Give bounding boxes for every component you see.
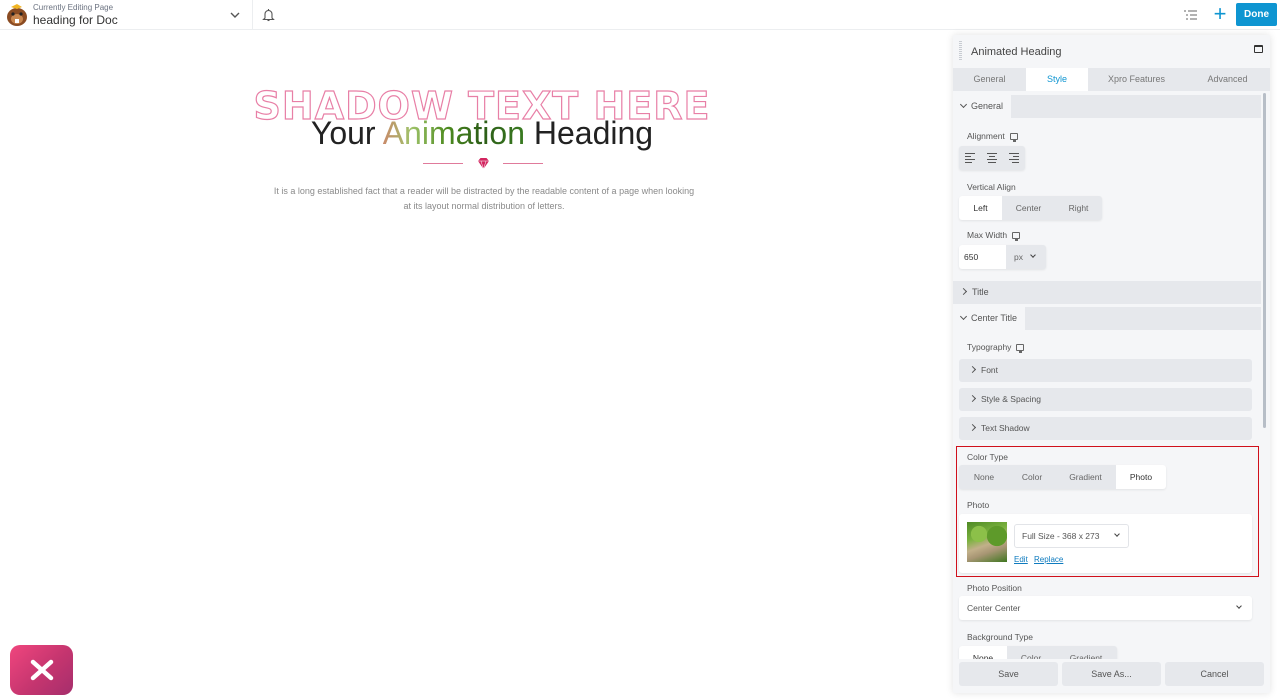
animated-heading[interactable]: Your Animation Heading	[0, 115, 964, 152]
color-type-label: Color Type	[967, 452, 1008, 462]
tab-advanced[interactable]: Advanced	[1185, 68, 1270, 91]
alignment-buttons	[959, 146, 1025, 170]
add-content-button[interactable]: +	[1211, 3, 1229, 25]
photo-thumbnail[interactable]	[967, 522, 1007, 562]
panel-tabs: General Style Xpro Features Advanced	[953, 68, 1270, 91]
unit-value: px	[1014, 252, 1023, 262]
top-bar: Currently Editing Page heading for Doc +…	[0, 0, 1280, 30]
tab-style[interactable]: Style	[1026, 68, 1088, 91]
align-right-icon[interactable]	[1003, 146, 1025, 170]
section-title-label: Title	[972, 287, 989, 297]
max-width-input[interactable]: 650	[959, 245, 1006, 269]
unit-select[interactable]: px	[1006, 245, 1046, 269]
divider-line-right	[503, 163, 543, 164]
photo-position-select[interactable]: Center Center	[959, 596, 1252, 620]
photo-size-value: Full Size - 368 x 273	[1022, 531, 1100, 541]
font-accordion[interactable]: Font	[959, 359, 1252, 382]
section-title[interactable]: Title	[953, 281, 1261, 304]
xpro-fab-button[interactable]	[10, 645, 73, 695]
photo-edit-link[interactable]: Edit	[1014, 555, 1028, 564]
photo-replace-link[interactable]: Replace	[1034, 555, 1063, 564]
chevron-right-icon	[959, 287, 968, 296]
chevron-right-icon	[968, 365, 977, 374]
responsive-monitor-icon[interactable]	[1009, 133, 1018, 142]
photo-label: Photo	[967, 500, 990, 510]
color-type-gradient[interactable]: Gradient	[1055, 465, 1116, 489]
color-type-buttons: None Color Gradient Photo	[959, 465, 1166, 489]
photo-position-value: Center Center	[967, 603, 1021, 613]
chevron-down-icon	[959, 312, 968, 321]
panel-content: General Alignment Vertical Align Left Ce…	[953, 91, 1270, 659]
photo-picker: Full Size - 368 x 273 Edit Replace	[959, 514, 1252, 573]
background-type-label: Background Type	[967, 632, 1033, 642]
valign-right-button[interactable]: Right	[1055, 196, 1102, 220]
section-general[interactable]: General	[953, 95, 1261, 118]
drag-handle-icon[interactable]	[959, 41, 962, 61]
background-type-buttons: None Color Gradient	[959, 646, 1117, 659]
chevron-down-icon	[1114, 531, 1120, 537]
bg-type-color[interactable]: Color	[1007, 646, 1055, 659]
tab-general[interactable]: General	[953, 68, 1026, 91]
tab-xpro-features[interactable]: Xpro Features	[1088, 68, 1185, 91]
photo-size-select[interactable]: Full Size - 368 x 273	[1014, 524, 1129, 548]
panel-footer: Save Save As... Cancel	[953, 659, 1270, 693]
description-text: It is a long established fact that a rea…	[273, 186, 695, 211]
valign-left-button[interactable]: Left	[959, 196, 1002, 220]
valign-center-button[interactable]: Center	[1002, 196, 1055, 220]
bg-type-gradient[interactable]: Gradient	[1055, 646, 1117, 659]
vertical-align-label: Vertical Align	[967, 182, 1016, 192]
beaver-logo-icon	[7, 4, 27, 26]
panel-header[interactable]: Animated Heading	[953, 35, 1270, 67]
done-button[interactable]: Done	[1236, 3, 1277, 26]
bell-icon[interactable]	[262, 8, 275, 22]
max-width-label: Max Width	[967, 230, 1021, 241]
align-center-icon[interactable]	[981, 146, 1003, 170]
close-x-icon	[30, 659, 54, 681]
section-center-title[interactable]: Center Title	[953, 307, 1261, 330]
color-type-photo[interactable]: Photo	[1116, 465, 1166, 489]
heading-after: Heading	[524, 115, 654, 151]
section-general-label: General	[971, 101, 1004, 111]
settings-panel: Animated Heading General Style Xpro Feat…	[953, 35, 1270, 693]
alignment-label: Alignment	[967, 131, 1018, 142]
color-type-color[interactable]: Color	[1009, 465, 1055, 489]
heading-before: Your	[310, 115, 383, 151]
section-center-title-label: Center Title	[971, 313, 1018, 323]
divider	[252, 0, 253, 30]
photo-position-label: Photo Position	[967, 583, 1022, 593]
vertical-align-buttons: Left Center Right	[959, 196, 1102, 220]
chevron-down-icon	[1236, 603, 1242, 609]
maximize-icon[interactable]	[1254, 45, 1263, 53]
typography-label: Typography	[967, 342, 1025, 353]
text-shadow-accordion[interactable]: Text Shadow	[959, 417, 1252, 440]
chevron-right-icon	[968, 423, 977, 432]
editing-label: Currently Editing Page	[33, 3, 114, 12]
align-left-icon[interactable]	[959, 146, 981, 170]
save-button[interactable]: Save	[959, 662, 1058, 686]
chevron-down-icon	[959, 100, 968, 109]
page-title: heading for Doc	[33, 13, 118, 27]
heading-highlight: Animation	[382, 115, 525, 151]
chevron-down-icon	[1030, 252, 1036, 258]
divider-line-left	[423, 163, 463, 164]
bg-type-none[interactable]: None	[959, 646, 1007, 659]
cancel-button[interactable]: Cancel	[1165, 662, 1264, 686]
diamond-icon	[478, 158, 489, 170]
color-type-none[interactable]: None	[959, 465, 1009, 489]
style-spacing-accordion[interactable]: Style & Spacing	[959, 388, 1252, 411]
save-as-button[interactable]: Save As...	[1062, 662, 1161, 686]
panel-scrollbar[interactable]	[1263, 93, 1266, 428]
outline-list-icon[interactable]	[1183, 8, 1198, 22]
responsive-monitor-icon[interactable]	[1016, 344, 1025, 353]
panel-title: Animated Heading	[971, 46, 1062, 58]
responsive-monitor-icon[interactable]	[1012, 232, 1021, 241]
max-width-control: 650 px	[959, 245, 1046, 269]
chevron-right-icon	[968, 394, 977, 403]
chevron-down-icon[interactable]	[228, 8, 242, 22]
